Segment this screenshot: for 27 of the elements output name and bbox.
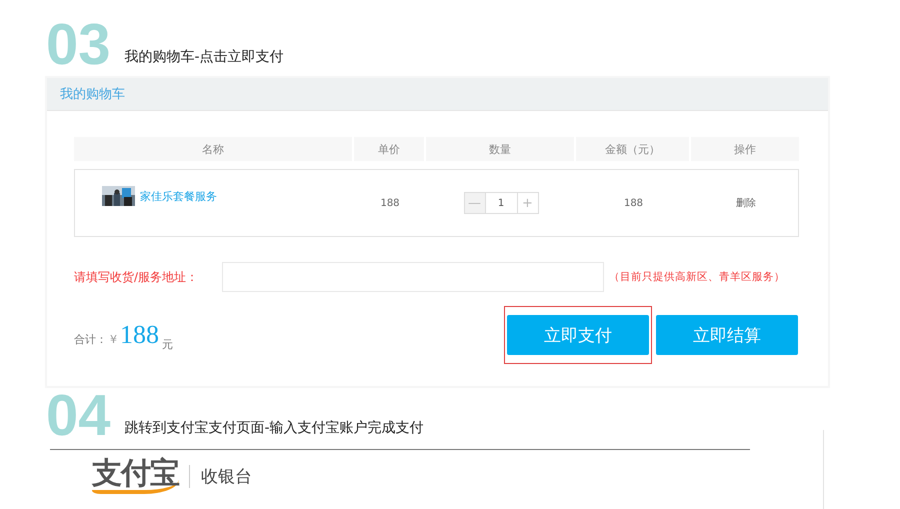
- checkout-button[interactable]: 立即结算: [656, 315, 798, 355]
- column-header: 数量: [426, 137, 574, 161]
- logo: 支付宝: [92, 458, 179, 494]
- increase-button[interactable]: +: [516, 192, 538, 214]
- total-amount: 188: [120, 320, 159, 350]
- decrease-button[interactable]: —: [464, 192, 486, 214]
- column-header: 名称: [74, 137, 352, 161]
- delete-link[interactable]: 删除: [692, 196, 800, 210]
- currency-unit: 元: [162, 337, 173, 352]
- column-header: 操作: [691, 137, 799, 161]
- amount: 188: [622, 198, 644, 208]
- quantity-field[interactable]: 1: [486, 192, 516, 214]
- total-label: 合计：: [74, 332, 107, 347]
- cashier-title: 收银台: [189, 464, 252, 488]
- panel-title: 我的购物车: [47, 78, 828, 111]
- service-note: （目前只提供高新区、青羊区服务）: [609, 270, 785, 284]
- unit-price: 188: [379, 198, 401, 208]
- step-number: 03: [46, 20, 111, 70]
- checkout-button[interactable]: 立即支付: [507, 315, 649, 355]
- column-header: 金额（元）: [576, 137, 689, 161]
- step-title: 跳转到支付宝支付页面-输入支付宝账户完成支付: [124, 419, 424, 437]
- column-header: 单价: [354, 137, 424, 161]
- currency-sign: ¥: [110, 333, 117, 346]
- product-link[interactable]: 家佳乐套餐服务: [140, 188, 217, 204]
- address-label: 请填写收货/服务地址：: [74, 268, 200, 286]
- step-number: 04: [46, 391, 111, 441]
- step-title: 我的购物车-点击立即支付: [124, 48, 284, 66]
